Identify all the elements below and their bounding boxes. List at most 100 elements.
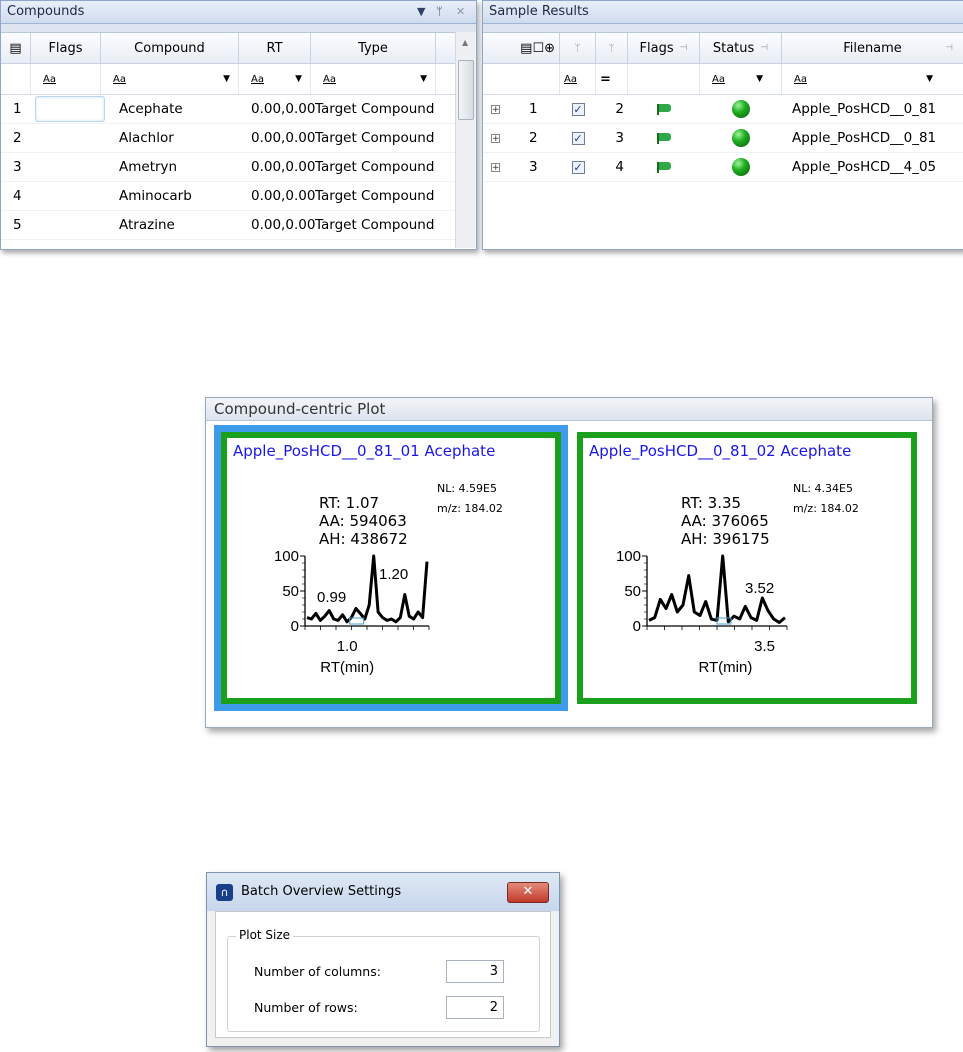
chevron-down-icon[interactable]: ▼: [223, 74, 230, 84]
compound-cell[interactable]: Aminocarb: [105, 182, 247, 210]
pin-icon[interactable]: ⊣: [680, 43, 688, 53]
compound-cell[interactable]: Acephate: [105, 95, 247, 123]
peak-rt-label: 1.20: [379, 566, 408, 583]
chevron-down-icon[interactable]: ▼: [756, 74, 763, 84]
column-header-flags[interactable]: Flags ⊣: [628, 33, 700, 63]
row-number: 5: [13, 217, 22, 233]
row-number: 2: [13, 130, 22, 146]
type-cell[interactable]: Target Compound: [315, 95, 443, 123]
type-cell[interactable]: Target Compound: [315, 153, 443, 181]
filter-sequence[interactable]: =: [596, 64, 628, 94]
filter-flags[interactable]: [628, 64, 700, 94]
dropdown-icon[interactable]: ▼: [417, 1, 425, 23]
filter-compound[interactable]: Aa ▼: [101, 64, 239, 94]
rt-cell[interactable]: 0.00,0.00: [247, 95, 315, 123]
filter-selected[interactable]: Aa: [560, 64, 596, 94]
chevron-down-icon[interactable]: ▼: [420, 74, 427, 84]
chevron-down-icon[interactable]: ▼: [926, 74, 933, 84]
column-header-compound[interactable]: Compound: [101, 33, 239, 63]
rows-input[interactable]: 2: [446, 996, 504, 1019]
select-checkbox[interactable]: ✓: [571, 160, 585, 174]
close-icon[interactable]: ✕: [456, 1, 465, 23]
select-checkbox[interactable]: ✓: [571, 131, 585, 145]
compounds-panel: Compounds ▼ ᛘ ✕ ▤ Flags Compound RT Type…: [0, 0, 477, 250]
group-bar: [483, 24, 963, 33]
filter-filename[interactable]: Aa ▼: [782, 64, 963, 94]
compound-cell[interactable]: Atrazine: [105, 211, 247, 239]
row-number: 1: [529, 101, 538, 117]
select-checkbox[interactable]: ✓: [571, 102, 585, 116]
pin-icon[interactable]: ⊣: [760, 43, 768, 53]
rt-cell[interactable]: 0.00,0.00: [247, 124, 315, 152]
column-chooser-icon[interactable]: ▤☐⊕: [483, 33, 560, 63]
plot-cell-1[interactable]: Apple_PosHCD__0_81_01 Acephate NL: 4.59E5…: [221, 432, 561, 704]
filename-cell[interactable]: Apple_PosHCD__4_05: [782, 153, 963, 181]
type-cell[interactable]: Target Compound: [315, 211, 443, 239]
rt-cell[interactable]: 0.00,0.00: [247, 153, 315, 181]
compounds-table-body: 1 Acephate 0.00,0.00 Target Compound 2 Alachl…: [1, 95, 476, 240]
flags-cell[interactable]: [35, 211, 105, 239]
scroll-up-icon[interactable]: ▲: [462, 38, 468, 47]
chromatogram-chart: 0 50 100 3.52 3.5RT(min): [616, 548, 788, 676]
filter-flags[interactable]: Aa: [31, 64, 101, 94]
flags-cell[interactable]: [35, 182, 105, 210]
table-row[interactable]: 4 Aminocarb 0.00,0.00 Target Compound: [1, 182, 476, 211]
pin-icon[interactable]: ⊣: [945, 43, 953, 53]
column-header-filename[interactable]: Filename ⊣: [782, 33, 963, 63]
table-row[interactable]: 3 Ametryn 0.00,0.00 Target Compound: [1, 153, 476, 182]
batch-overview-settings-dialog: ∩ Batch Overview Settings ✕ Plot Size Nu…: [206, 872, 560, 1047]
x-tick-label: 1.0: [337, 638, 358, 655]
green-flag-icon: [656, 103, 672, 115]
table-row[interactable]: 1 Acephate 0.00,0.00 Target Compound: [1, 95, 476, 124]
y-tick-label: 0: [633, 618, 641, 635]
pin-icon[interactable]: ᛘ: [596, 33, 628, 63]
flags-cell[interactable]: [35, 96, 105, 122]
flags-cell[interactable]: [35, 153, 105, 181]
compounds-title: Compounds: [7, 4, 85, 19]
type-cell[interactable]: Target Compound: [315, 124, 443, 152]
filename-cell[interactable]: Apple_PosHCD__0_81: [782, 95, 963, 123]
compound-cell[interactable]: Alachlor: [105, 124, 247, 152]
compound-cell[interactable]: Ametryn: [105, 153, 247, 181]
scroll-thumb[interactable]: [458, 60, 474, 120]
pin-icon[interactable]: ᛘ: [560, 33, 596, 63]
expand-icon[interactable]: +: [491, 162, 500, 172]
column-header-rt[interactable]: RT: [239, 33, 311, 63]
pin-icon[interactable]: ᛘ: [436, 1, 443, 23]
rows-label: Number of rows:: [254, 1000, 358, 1015]
compounds-scrollbar[interactable]: ▲: [455, 32, 476, 248]
chevron-down-icon[interactable]: ▼: [295, 74, 302, 84]
x-tick-label: 3.5: [754, 638, 775, 655]
table-row[interactable]: +1 ✓ 2 Apple_PosHCD__0_81: [483, 95, 963, 124]
column-chooser-icon[interactable]: ▤: [1, 33, 31, 63]
sample-results-table-body: +1 ✓ 2 Apple_PosHCD__0_81 +2 ✓ 3 Apple_PosHCD__…: [483, 95, 963, 182]
filter-type[interactable]: Aa ▼: [311, 64, 436, 94]
table-row[interactable]: +2 ✓ 3 Apple_PosHCD__0_81: [483, 124, 963, 153]
table-row[interactable]: +3 ✓ 4 Apple_PosHCD__4_05: [483, 153, 963, 182]
peak-rt-label: 3.52: [745, 580, 774, 597]
x-axis-label: RT(min): [320, 659, 374, 676]
expand-icon[interactable]: +: [491, 104, 500, 114]
rt-cell[interactable]: 0.00,0.00: [247, 182, 315, 210]
chromatogram-chart: 0 50 100 0.99 1.20 1.0 RT(min): [274, 548, 430, 676]
filename-cell[interactable]: Apple_PosHCD__0_81: [782, 124, 963, 152]
filter-rt[interactable]: Aa ▼: [239, 64, 311, 94]
filter-status[interactable]: Aa ▼: [700, 64, 782, 94]
table-row[interactable]: 2 Alachlor 0.00,0.00 Target Compound: [1, 124, 476, 153]
app-icon: ∩: [216, 884, 233, 901]
flags-cell[interactable]: [35, 124, 105, 152]
column-header-type[interactable]: Type: [311, 33, 436, 63]
table-row[interactable]: 5 Atrazine 0.00,0.00 Target Compound: [1, 211, 476, 240]
y-tick-label: 50: [624, 583, 641, 600]
rt-cell[interactable]: 0.00,0.00: [247, 211, 315, 239]
column-header-status[interactable]: Status ⊣: [700, 33, 782, 63]
type-cell[interactable]: Target Compound: [315, 182, 443, 210]
plot-cell-2[interactable]: Apple_PosHCD__0_81_02 Acephate NL: 4.34E5…: [577, 432, 917, 704]
column-header-flags[interactable]: Flags: [31, 33, 101, 63]
sample-results-header-row: ▤☐⊕ ᛘ ᛘ Flags ⊣ Status ⊣ Filename ⊣: [483, 33, 963, 64]
close-button[interactable]: ✕: [507, 882, 549, 903]
columns-label: Number of columns:: [254, 964, 381, 979]
expand-icon[interactable]: +: [491, 133, 500, 143]
row-number: 2: [529, 130, 538, 146]
columns-input[interactable]: 3: [446, 960, 504, 983]
